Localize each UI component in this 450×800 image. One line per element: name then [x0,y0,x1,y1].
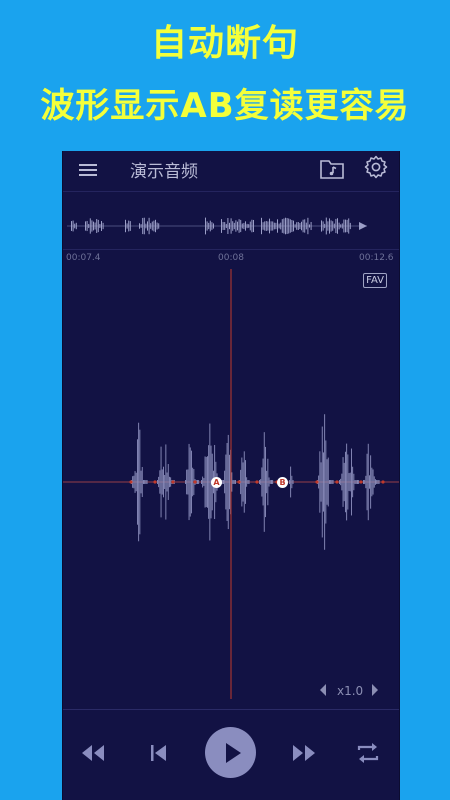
toolbar-divider [63,191,399,192]
waveform-editor[interactable] [63,269,399,709]
waveform-overview[interactable] [63,203,399,249]
gear-icon[interactable] [363,154,389,180]
time-ruler: 00:07.4 00:08 00:12.6 [63,251,399,267]
music-folder-icon[interactable] [319,155,345,181]
speed-decrease-icon[interactable] [318,683,328,697]
marker-a[interactable]: A [211,477,222,488]
favorite-button[interactable]: FAV [363,273,387,288]
marker-b-label: B [279,478,286,487]
speed-control: x1.0 [313,681,393,701]
app-screen: 演示音频 00:07.4 00:08 00:12.6 FAV A B x1.0 [62,151,400,800]
speed-increase-icon[interactable] [370,683,380,697]
play-icon [226,743,241,763]
speed-value: x1.0 [337,684,364,698]
rewind-icon[interactable] [80,743,106,763]
marker-b[interactable]: B [277,477,288,488]
audio-title: 演示音频 [130,162,198,182]
promo-headline-2: 波形显示AB复读更容易 [40,86,410,126]
hamburger-menu-icon[interactable] [77,159,99,181]
repeat-icon[interactable] [355,740,381,766]
controls-divider [63,709,399,710]
overview-divider [63,249,399,250]
marker-a-label: A [213,478,220,487]
time-start: 00:07.4 [66,253,101,263]
fast-forward-icon[interactable] [291,743,317,763]
playback-controls [63,711,399,800]
time-end: 00:12.6 [359,253,394,263]
app-toolbar: 演示音频 [63,151,399,191]
promo-headline-1: 自动断句 [150,23,299,64]
play-button[interactable] [205,727,256,778]
previous-sentence-icon[interactable] [149,743,169,763]
time-mid: 00:08 [218,253,244,263]
